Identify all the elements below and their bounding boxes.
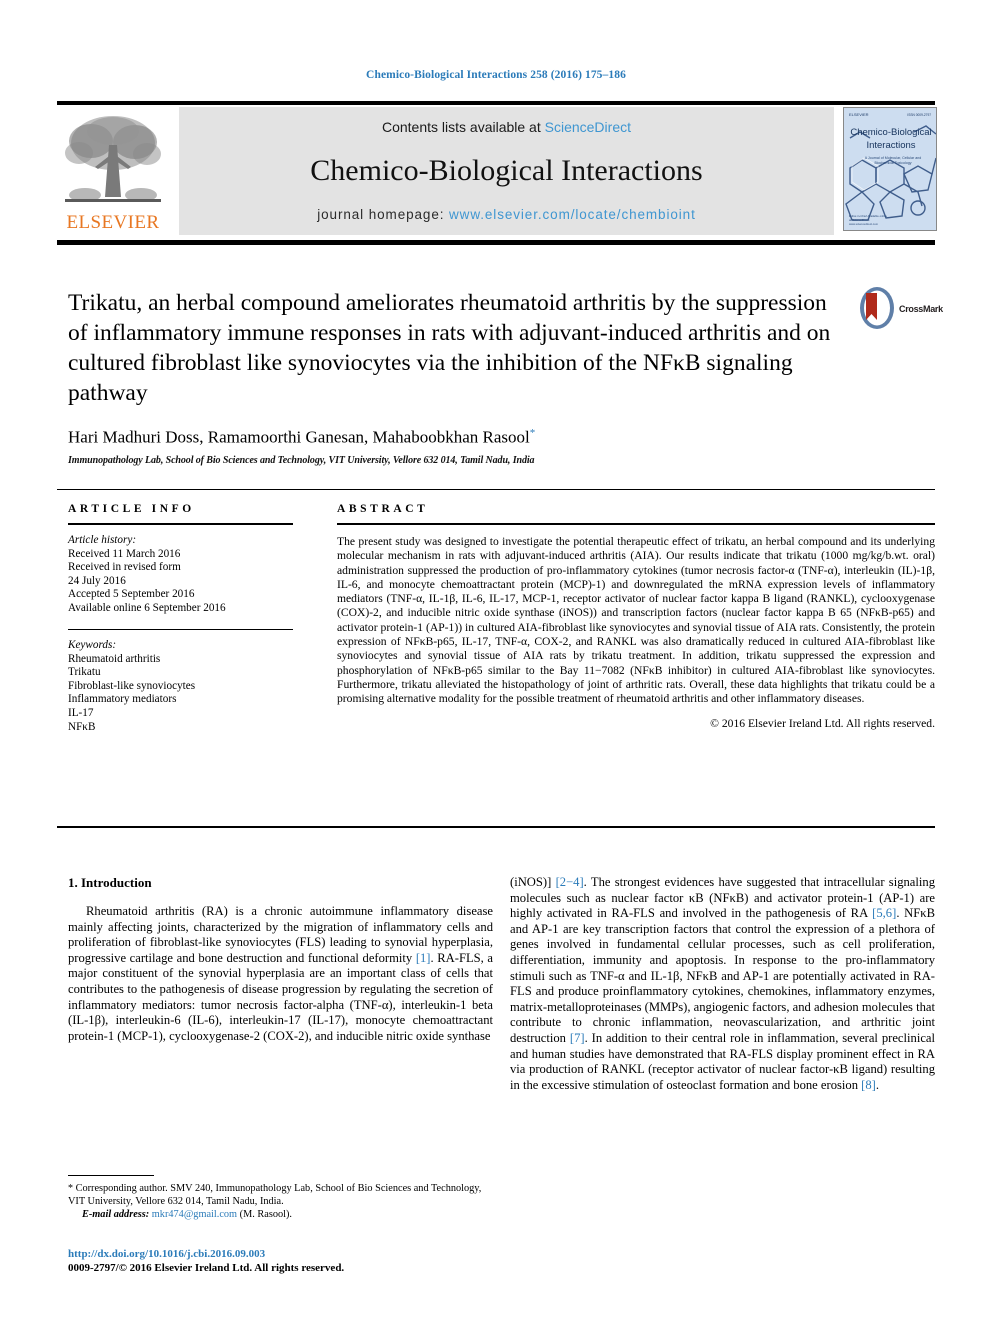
keyword-item: Rheumatoid arthritis [68,652,161,665]
introduction-heading: 1. Introduction [68,875,152,890]
article-info-column: ARTICLE INFO Article history: Received 1… [68,503,293,734]
email-label: E-mail address: [82,1209,150,1220]
history-item: Received in revised form [68,561,181,574]
keyword-item: Fibroblast-like synoviocytes [68,679,196,692]
history-item: Accepted 5 September 2016 [68,588,195,601]
article-history-label: Article history: [68,534,137,546]
elsevier-logo: ELSEVIER [57,107,169,235]
intro-text-e: . NFκB and AP-1 are key transcription fa… [510,906,935,1045]
journal-cover-thumbnail: ELSEVIER ISSN 0009-2797 Chemico-Biologic… [843,107,937,231]
intro-paragraph-left: Rheumatoid arthritis (RA) is a chronic a… [68,904,493,1044]
email-suffix: (M. Rasool). [237,1209,292,1220]
title-block: Trikatu, an herbal compound ameliorates … [68,288,848,466]
elsevier-tree-icon [65,116,161,202]
elsevier-wordmark: ELSEVIER [66,212,160,233]
keywords-separator-rule [68,628,293,631]
footnote-rule [68,1175,154,1176]
cover-subtitle: A Journal of Molecular, Cellular and Bio… [864,156,922,165]
info-zone-top-rule [57,489,935,490]
running-head: Chemico-Biological Interactions 258 (201… [366,69,626,81]
article-history-group: Article history: Received 11 March 2016 … [68,534,293,616]
journal-title: Chemico-Biological Interactions [310,154,703,187]
intro-text-c: (iNOS)] [510,875,556,889]
masthead-top-rule [57,101,935,105]
citation-ref-2-4[interactable]: [2−4] [556,875,584,889]
history-item: Available online 6 September 2016 [68,601,226,614]
history-item: Received 11 March 2016 [68,547,181,560]
footer-doi-block: http://dx.doi.org/10.1016/j.cbi.2016.09.… [68,1247,493,1275]
citation-ref-8[interactable]: [8] [861,1078,876,1092]
abstract-rule [337,523,935,525]
keyword-item: Inflammatory mediators [68,693,177,706]
contents-available-line: Contents lists available at ScienceDirec… [179,119,834,135]
author-names: Hari Madhuri Doss, Ramamoorthi Ganesan, … [68,427,530,447]
author-list: Hari Madhuri Doss, Ramamoorthi Ganesan, … [68,427,848,448]
cover-footer-text: Editor-in-Chief Available online at Scie… [849,214,888,226]
cover-title-line2: Interactions [866,140,916,151]
page-title: Trikatu, an herbal compound ameliorates … [68,290,831,406]
history-item: 24 July 2016 [68,574,126,587]
journal-article-page: Chemico-Biological Interactions 258 (201… [0,0,992,1323]
contents-prefix: Contents lists available at [381,119,545,135]
abstract-text: The present study was designed to invest… [337,535,935,706]
corresponding-author-marker: * [529,427,536,439]
email-link[interactable]: mkr474@gmail.com [152,1209,237,1220]
keyword-item: NFκB [68,720,96,733]
homepage-label: journal homepage: [317,207,450,222]
cover-title: Chemico-Biological Interactions [848,126,934,152]
masthead: ELSEVIER Contents lists available at Sci… [57,107,937,235]
sciencedirect-link[interactable]: ScienceDirect [545,119,631,135]
corresponding-author-footnote: * Corresponding author. SMV 240, Immunop… [68,1182,493,1221]
journal-homepage-line: journal homepage: www.elsevier.com/locat… [179,207,834,222]
article-info-heading: ARTICLE INFO [68,503,195,515]
homepage-url-link[interactable]: www.elsevier.com/locate/chembioint [449,207,696,222]
article-info-rule [68,523,293,525]
issn-copyright-line: 0009-2797/© 2016 Elsevier Ireland Ltd. A… [68,1262,345,1274]
intro-text-g: . [875,1077,879,1092]
body-right-column: (iNOS)] [2−4]. The strongest evidences h… [510,875,935,1093]
citation-ref-5-6[interactable]: [5,6] [872,906,896,920]
keyword-item: Trikatu [68,666,101,679]
citation-ref-7[interactable]: [7] [570,1031,585,1045]
keywords-group: Keywords: Rheumatoid arthritis Trikatu F… [68,639,293,734]
masthead-center-panel: Contents lists available at ScienceDirec… [179,107,834,235]
crossmark-icon[interactable] [857,286,897,330]
keywords-label: Keywords: [68,639,117,652]
keyword-item: IL-17 [68,707,94,720]
cover-title-line1: Chemico-Biological [850,127,932,138]
doi-link[interactable]: http://dx.doi.org/10.1016/j.cbi.2016.09.… [68,1247,493,1261]
masthead-bottom-rule [57,240,935,245]
citation-ref-1[interactable]: [1] [416,951,431,965]
cover-issn: ISSN 0009-2797 [907,113,931,117]
abstract-copyright: © 2016 Elsevier Ireland Ltd. All rights … [710,716,935,730]
info-zone-bottom-rule [57,826,935,828]
crossmark-label: CrossMark [899,304,943,314]
abstract-heading: ABSTRACT [337,503,429,515]
affiliation: Immunopathology Lab, School of Bio Scien… [68,454,535,466]
intro-paragraph-right: (iNOS)] [2−4]. The strongest evidences h… [510,875,935,1093]
crossmark-badge[interactable]: CrossMark [857,286,943,336]
body-left-column: 1. Introduction Rheumatoid arthritis (RA… [68,875,493,1044]
abstract-column: ABSTRACT The present study was designed … [337,503,935,730]
footnote-text: Corresponding author. SMV 240, Immunopat… [68,1183,482,1207]
cover-brand: ELSEVIER [849,112,869,117]
